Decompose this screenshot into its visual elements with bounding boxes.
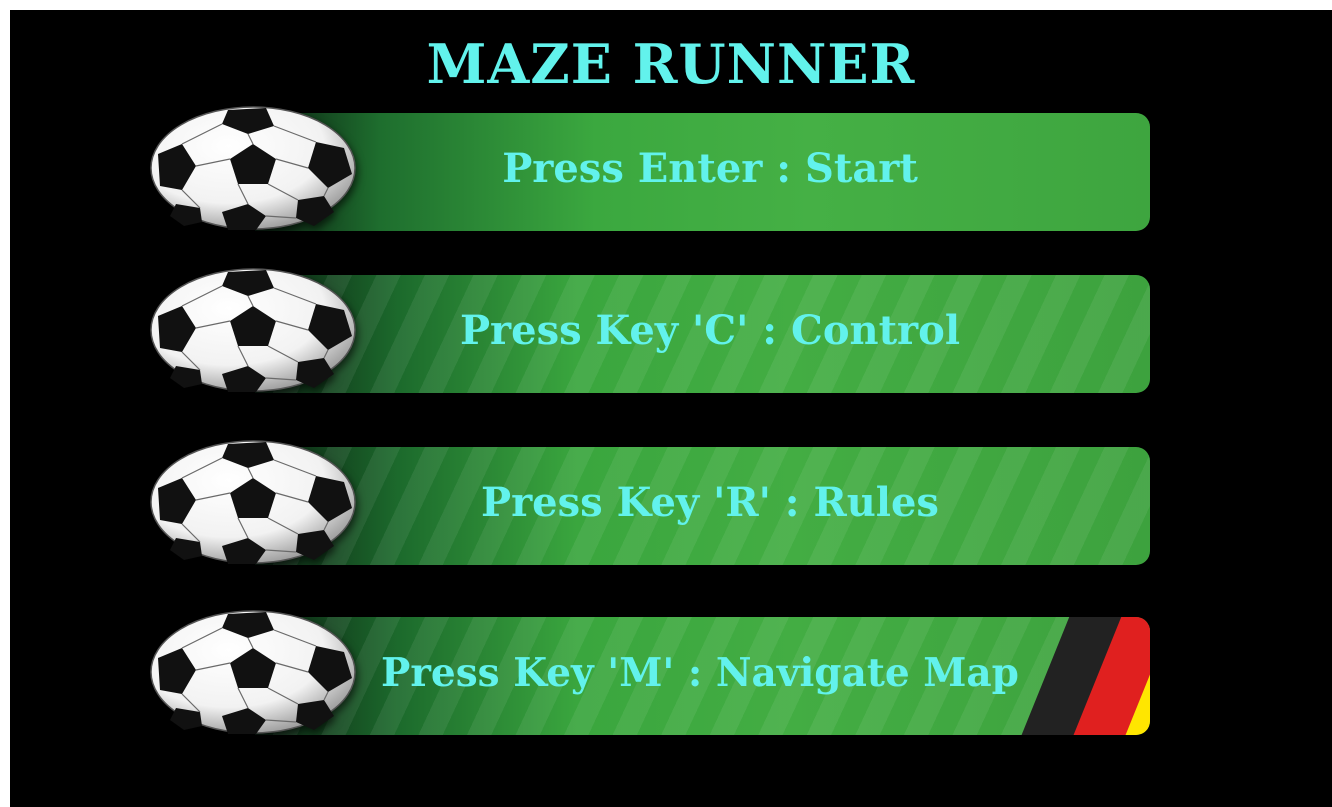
menu-item-label: Press Enter : Start — [502, 145, 918, 192]
menu-item-control[interactable]: Press Key 'C' : Control — [140, 266, 1150, 393]
menu-item-label: Press Key 'R' : Rules — [481, 479, 939, 526]
game-title: MAZE RUNNER — [426, 32, 916, 96]
menu-item-rules[interactable]: Press Key 'R' : Rules — [140, 438, 1150, 565]
game-screen: MAZE RUNNER Press Enter : Start Press Ke… — [10, 10, 1332, 807]
menu-item-navigate-map[interactable]: Press Key 'M' : Navigate Map — [140, 608, 1150, 735]
menu-item-start[interactable]: Press Enter : Start — [140, 104, 1150, 231]
menu-item-label: Press Key 'M' : Navigate Map — [381, 650, 1019, 696]
menu-item-label: Press Key 'C' : Control — [459, 307, 961, 354]
